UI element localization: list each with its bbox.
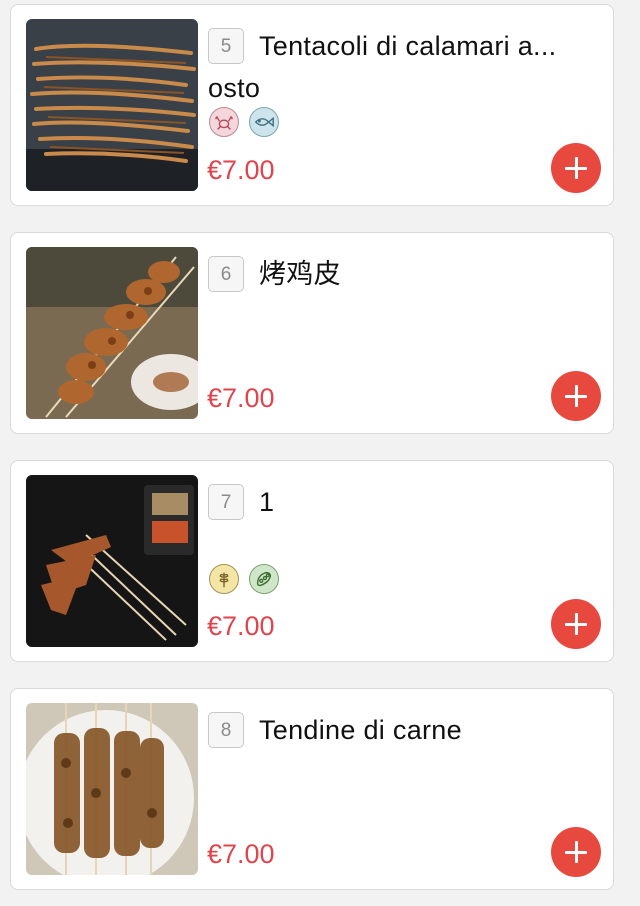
menu-item-card[interactable]: 8 Tendine di carne €7.00	[10, 688, 614, 890]
item-price: €7.00	[207, 839, 275, 869]
add-to-cart-button[interactable]	[551, 827, 601, 877]
allergen-icons	[209, 107, 279, 137]
item-name: Tentacoli di calamari a... osto	[208, 31, 557, 103]
menu-item-card[interactable]: 5 Tentacoli di calamari a... osto €7.00	[10, 4, 614, 206]
add-to-cart-button[interactable]	[551, 371, 601, 421]
item-price: €7.00	[207, 383, 275, 413]
gluten-icon	[209, 564, 239, 594]
dish-photo[interactable]	[26, 703, 198, 875]
crustacean-icon	[209, 107, 239, 137]
dish-photo[interactable]	[26, 247, 198, 419]
soy-icon	[249, 564, 279, 594]
allergen-icons	[209, 564, 279, 594]
item-price: €7.00	[207, 611, 275, 641]
menu-item-card[interactable]: 7 1 €7.00	[10, 460, 614, 662]
add-to-cart-button[interactable]	[551, 143, 601, 193]
item-name: 1	[259, 487, 275, 517]
item-name: 烤鸡皮	[259, 259, 341, 289]
item-price: €7.00	[207, 155, 275, 185]
menu-item-card[interactable]: 6 烤鸡皮 €7.00	[10, 232, 614, 434]
item-name: Tendine di carne	[259, 715, 462, 745]
fish-icon	[249, 107, 279, 137]
add-to-cart-button[interactable]	[551, 599, 601, 649]
dish-photo[interactable]	[26, 475, 198, 647]
dish-photo[interactable]	[26, 19, 198, 191]
